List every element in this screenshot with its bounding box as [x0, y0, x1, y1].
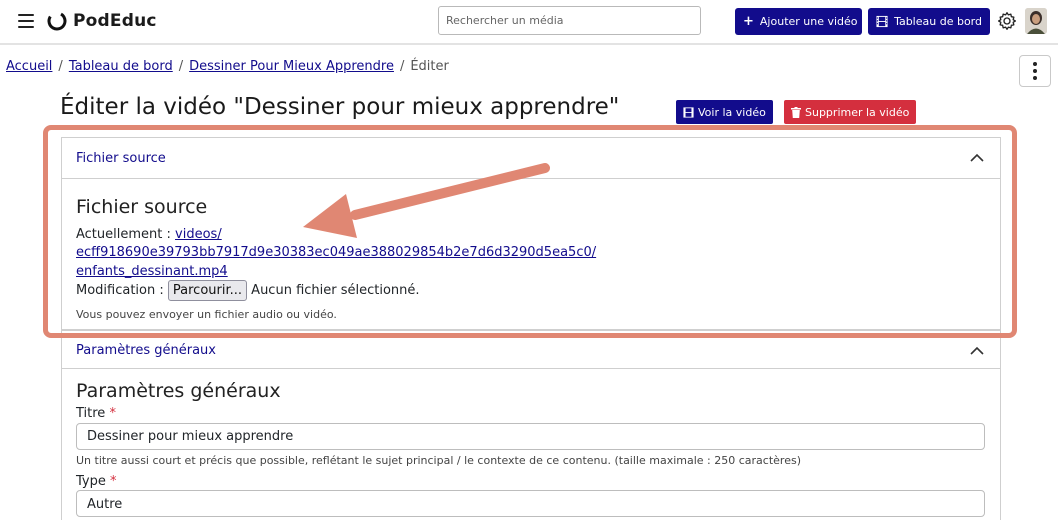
source-file-title: Fichier source: [76, 196, 208, 218]
type-field-label: Type: [76, 474, 106, 489]
current-file-link-part2-row: ecff918690e39793bb7917d9e30383ec049ae388…: [76, 245, 596, 260]
current-file-link-part2[interactable]: ecff918690e39793bb7917d9e30383ec049ae388…: [76, 245, 596, 260]
brand-name[interactable]: PodEduc: [73, 11, 157, 31]
general-settings-header-label: Paramètres généraux: [76, 343, 216, 358]
current-file-link-part3-row: enfants_dessinant.mp4: [76, 264, 228, 279]
breadcrumb-separator: /: [58, 59, 63, 74]
add-video-label: Ajouter une vidéo: [759, 15, 858, 28]
title-field-label: Titre: [76, 406, 106, 421]
menu-icon[interactable]: [18, 14, 34, 28]
required-mark: *: [110, 474, 117, 489]
type-select[interactable]: Autre: [76, 490, 985, 517]
breadcrumb-home[interactable]: Accueil: [6, 59, 52, 74]
breadcrumb-video[interactable]: Dessiner Pour Mieux Apprendre: [189, 59, 394, 74]
source-file-accordion-header[interactable]: Fichier source: [62, 138, 1000, 179]
film-icon: [683, 106, 694, 118]
page-title: Éditer la vidéo "Dessiner pour mieux app…: [60, 94, 620, 120]
user-avatar[interactable]: [1025, 8, 1047, 34]
source-file-help: Vous pouvez envoyer un fichier audio ou …: [76, 308, 337, 321]
chevron-up-icon[interactable]: [970, 346, 984, 356]
title-input[interactable]: [76, 423, 985, 450]
current-file-link-part1[interactable]: videos/: [175, 227, 222, 242]
breadcrumb-separator: /: [399, 59, 405, 74]
current-file-label: Actuellement :: [76, 227, 171, 242]
source-file-header-label: Fichier source: [76, 151, 166, 166]
title-field-label-row: Titre *: [76, 406, 116, 421]
general-settings-accordion-header[interactable]: Paramètres généraux: [62, 331, 1000, 369]
file-modification-row: Modification : Parcourir... Aucun fichie…: [76, 280, 420, 301]
trash-icon: [791, 106, 801, 118]
view-video-label: Voir la vidéo: [698, 105, 766, 119]
modification-label: Modification :: [76, 283, 164, 298]
type-select-value: Autre: [87, 497, 123, 512]
current-file-row: Actuellement : videos/: [76, 227, 222, 242]
plus-icon: +: [743, 14, 754, 29]
type-field-label-row: Type *: [76, 474, 117, 489]
podeduc-logo-icon[interactable]: [46, 10, 68, 32]
required-mark: *: [109, 406, 116, 421]
source-file-panel: Fichier source Fichier source Actuelleme…: [61, 137, 1001, 330]
film-icon: [876, 15, 888, 28]
breadcrumb-dashboard[interactable]: Tableau de bord: [69, 59, 173, 74]
breadcrumb-separator: /: [178, 59, 184, 74]
dashboard-button[interactable]: Tableau de bord: [868, 8, 990, 35]
top-navbar: PodEduc + Ajouter une vidéo Tableau de b…: [0, 0, 1058, 45]
more-options-button[interactable]: [1019, 55, 1051, 87]
delete-video-label: Supprimer la vidéo: [805, 105, 910, 119]
search-input[interactable]: [438, 6, 701, 35]
browse-file-button[interactable]: Parcourir...: [167, 280, 248, 301]
dashboard-label: Tableau de bord: [894, 15, 982, 28]
title-help: Un titre aussi court et précis que possi…: [76, 454, 801, 467]
general-settings-panel: Paramètres généraux Paramètres généraux …: [61, 330, 1001, 520]
gear-icon[interactable]: [997, 11, 1017, 31]
breadcrumb-current: Éditer: [410, 59, 449, 74]
no-file-selected-text: Aucun fichier sélectionné.: [251, 283, 420, 298]
current-file-link-part3[interactable]: enfants_dessinant.mp4: [76, 264, 228, 279]
general-settings-title: Paramètres généraux: [76, 380, 281, 402]
chevron-up-icon[interactable]: [970, 153, 984, 163]
add-video-button[interactable]: + Ajouter une vidéo: [735, 8, 862, 35]
delete-video-button[interactable]: Supprimer la vidéo: [784, 100, 917, 124]
view-video-button[interactable]: Voir la vidéo: [676, 100, 773, 124]
breadcrumb: Accueil / Tableau de bord / Dessiner Pou…: [6, 59, 449, 74]
